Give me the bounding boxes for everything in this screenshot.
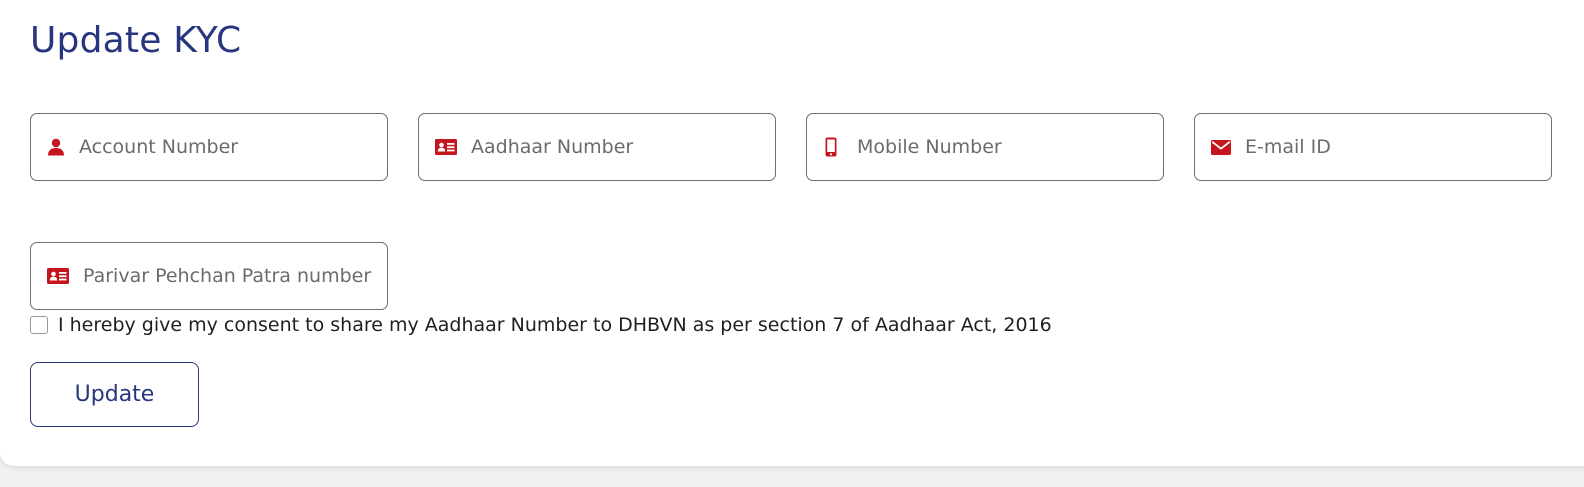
consent-label: I hereby give my consent to share my Aad… [58,314,1052,336]
mobile-number-field[interactable] [806,113,1164,181]
envelope-icon [1211,139,1231,155]
consent-checkbox[interactable] [30,316,48,334]
ppp-number-field[interactable] [30,242,388,310]
aadhaar-number-field[interactable] [418,113,776,181]
ppp-number-input[interactable] [83,265,387,287]
email-field[interactable] [1194,113,1552,181]
page-title: Update KYC [30,20,242,61]
id-card-icon [47,268,69,284]
mobile-phone-icon [825,137,837,157]
update-button[interactable]: Update [30,362,199,427]
user-icon [47,138,65,156]
aadhaar-number-input[interactable] [471,136,775,158]
mobile-number-input[interactable] [857,136,1163,158]
id-card-icon [435,139,457,155]
email-input[interactable] [1245,136,1551,158]
consent-row[interactable]: I hereby give my consent to share my Aad… [30,314,1052,336]
account-number-field[interactable] [30,113,388,181]
kyc-card: Update KYC Account Number Aadhaar Number… [0,0,1584,466]
account-number-input[interactable] [79,136,387,158]
